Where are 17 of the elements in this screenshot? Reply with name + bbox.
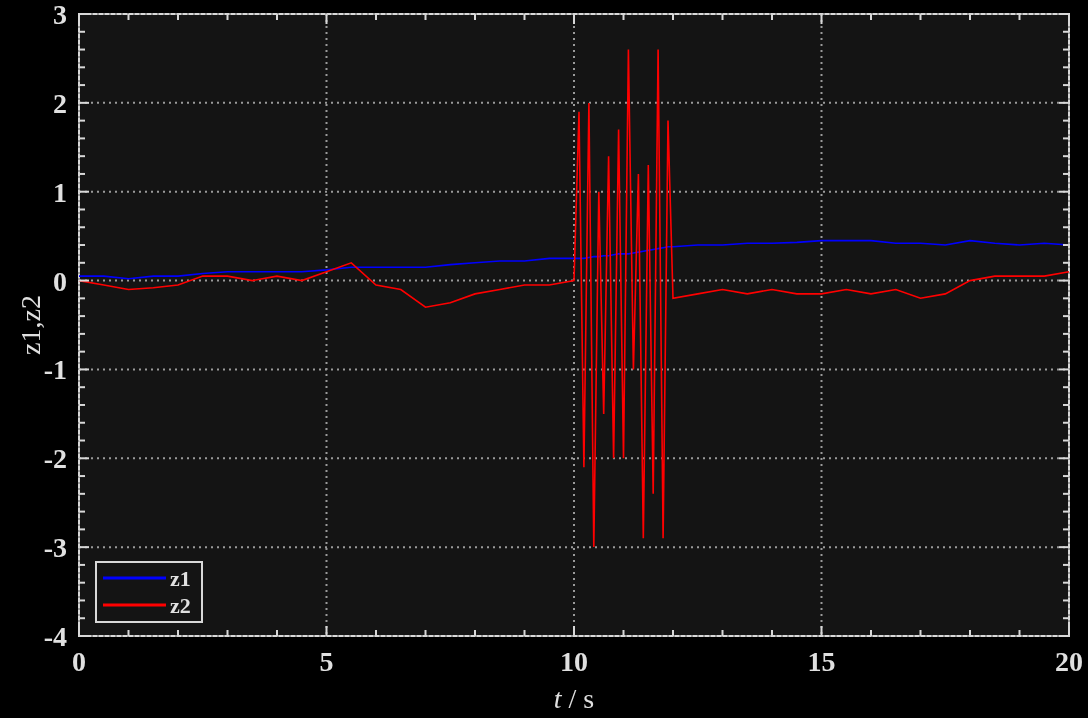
tick-label: 1 bbox=[53, 176, 67, 208]
tick-label: 10 bbox=[560, 646, 588, 677]
tick-label: -2 bbox=[43, 443, 67, 475]
tick-label: -4 bbox=[43, 621, 67, 652]
tick-label: 20 bbox=[1055, 646, 1083, 677]
tick-label: 2 bbox=[53, 87, 67, 119]
legend-label: z2 bbox=[170, 593, 191, 618]
tick-label: 5 bbox=[319, 646, 334, 677]
tick-label: 0 bbox=[72, 646, 86, 677]
tick-label: 0 bbox=[53, 265, 67, 297]
tick-label: -3 bbox=[43, 532, 67, 564]
tick-label: 15 bbox=[807, 646, 836, 677]
axis-title: t / s bbox=[553, 683, 595, 714]
tick-label: 3 bbox=[53, 0, 67, 30]
tick-label: -1 bbox=[43, 354, 67, 386]
axis-title: z1,z2 bbox=[15, 295, 46, 355]
legend-label: z1 bbox=[170, 566, 191, 591]
